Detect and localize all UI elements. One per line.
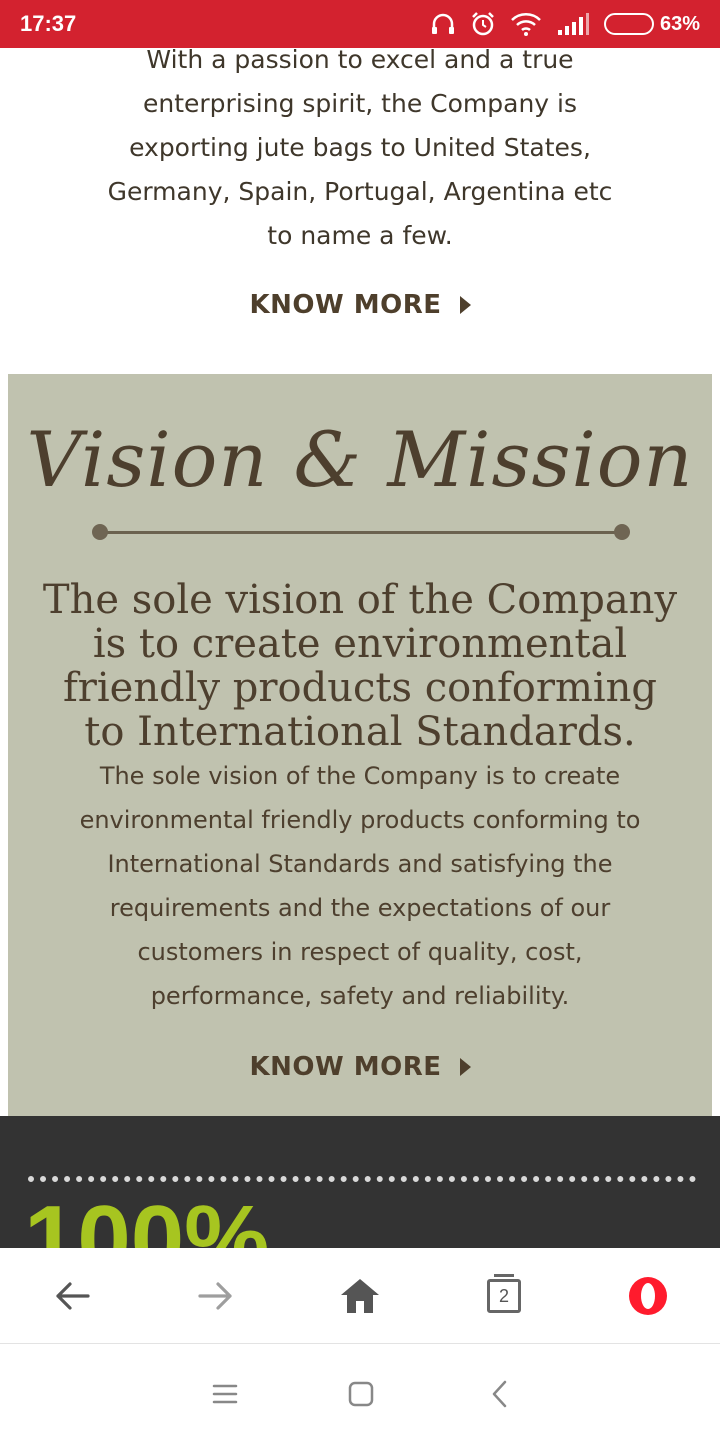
intro-line: to name a few.: [267, 221, 453, 250]
vision-heading-line: friendly products conforming: [62, 665, 658, 711]
stat-number: 100%: [24, 1186, 270, 1249]
tab-count: 2: [487, 1274, 521, 1313]
stats-section: 100%: [0, 1116, 720, 1248]
signal-icon: [556, 12, 590, 36]
headset-icon: [430, 11, 456, 37]
divider-line: [100, 531, 622, 534]
home-square-icon[interactable]: [341, 1374, 381, 1414]
status-icons: 63%: [430, 11, 700, 37]
battery-icon: 63%: [603, 12, 700, 36]
vision-body-line: The sole vision of the Company is to cre…: [99, 762, 621, 790]
back-arrow-icon[interactable]: [48, 1272, 96, 1320]
intro-line: Germany, Spain, Portugal, Argentina etc: [107, 177, 613, 206]
forward-arrow-icon[interactable]: [192, 1272, 240, 1320]
menu-icon[interactable]: [205, 1374, 245, 1414]
know-more-label: KNOW MORE: [249, 1052, 442, 1082]
alarm-icon: [470, 11, 496, 37]
system-navigation-bar: [0, 1344, 720, 1440]
know-more-link-intro[interactable]: KNOW MORE: [0, 290, 720, 320]
vision-body-line: environmental friendly products conformi…: [79, 806, 641, 834]
know-more-label: KNOW MORE: [249, 290, 442, 320]
intro-line: With a passion to excel and a true: [146, 45, 574, 74]
caret-right-icon: [459, 296, 471, 314]
vision-body-line: performance, safety and reliability.: [150, 982, 570, 1010]
vision-body-line: customers in respect of quality, cost,: [137, 938, 583, 966]
dotted-divider: [28, 1176, 696, 1182]
wifi-icon: [510, 11, 542, 37]
back-chevron-icon[interactable]: [480, 1374, 520, 1414]
vision-body-line: requirements and the expectations of our: [109, 894, 611, 922]
vision-heading-line: The sole vision of the Company: [42, 577, 678, 623]
caret-right-icon: [459, 1058, 471, 1076]
vision-body-line: International Standards and satisfying t…: [107, 850, 613, 878]
divider-dot-left: [92, 524, 108, 540]
battery-percent: 63%: [659, 12, 700, 35]
tabs-icon[interactable]: 2: [480, 1272, 528, 1320]
vision-heading-line: to International Standards.: [84, 709, 636, 755]
browser-toolbar: 2: [0, 1248, 720, 1344]
know-more-link-vision[interactable]: KNOW MORE: [0, 1052, 720, 1082]
opera-icon[interactable]: [624, 1272, 672, 1320]
vision-body: The sole vision of the Company is to cre…: [40, 754, 680, 1018]
vision-heading: The sole vision of the Company is to cre…: [20, 578, 700, 754]
vision-title: Vision & Mission: [26, 415, 694, 504]
intro-paragraph: With a passion to excel and a true enter…: [60, 38, 660, 258]
home-icon[interactable]: [336, 1272, 384, 1320]
intro-line: enterprising spirit, the Company is: [143, 89, 577, 118]
intro-line: exporting jute bags to United States,: [129, 133, 591, 162]
divider-dot-right: [614, 524, 630, 540]
vision-heading-line: is to create environmental: [92, 621, 628, 667]
status-time: 17:37: [20, 11, 77, 36]
